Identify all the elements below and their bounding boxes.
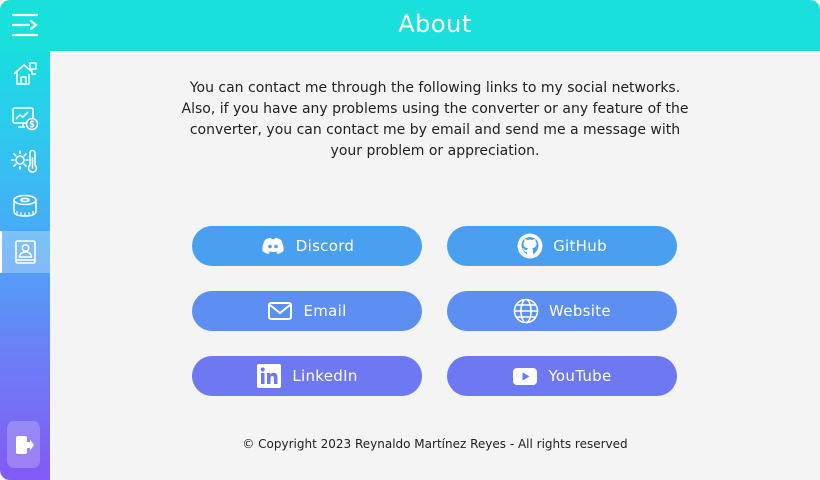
github-button[interactable]: GitHub (447, 226, 677, 266)
header-bar: About (0, 0, 820, 51)
temperature-icon (11, 149, 38, 173)
logout-icon (15, 435, 34, 454)
github-icon (517, 233, 543, 259)
sidebar-item-measure[interactable] (0, 185, 50, 227)
home-icon (13, 62, 37, 85)
discord-label: Discord (295, 237, 355, 255)
linkedin-icon (257, 364, 282, 388)
envelope-icon (268, 302, 293, 320)
linkedin-button[interactable]: LinkedIn (192, 356, 422, 396)
app-window: About You can contact me through the fol… (0, 0, 820, 480)
website-button[interactable]: Website (447, 291, 677, 331)
email-label: Email (303, 302, 347, 320)
sidebar (0, 51, 50, 480)
main-content: You can contact me through the following… (50, 51, 820, 480)
sidebar-item-temperature[interactable] (0, 141, 50, 183)
discord-button[interactable]: Discord (192, 226, 422, 266)
linkedin-label: LinkedIn (292, 367, 358, 385)
sidebar-item-home[interactable] (0, 53, 50, 95)
sidebar-item-currency[interactable] (0, 97, 50, 139)
youtube-icon (513, 368, 538, 385)
measuring-tape-icon (13, 194, 37, 217)
youtube-button[interactable]: YouTube (447, 356, 677, 396)
copyright-footer: © Copyright 2023 Reynaldo Martínez Reyes… (242, 437, 628, 451)
email-button[interactable]: Email (192, 291, 422, 331)
discord-icon (262, 237, 284, 254)
intro-text: You can contact me through the following… (181, 80, 689, 159)
logout-button[interactable] (7, 421, 40, 468)
youtube-label: YouTube (548, 367, 612, 385)
globe-icon (513, 298, 539, 324)
menu-toggle-icon[interactable] (11, 12, 39, 38)
contact-book-icon (15, 240, 36, 264)
github-label: GitHub (553, 237, 607, 255)
website-label: Website (549, 302, 611, 320)
page-title: About (398, 10, 472, 38)
sidebar-item-about[interactable] (0, 231, 50, 273)
currency-monitor-icon (12, 107, 39, 131)
